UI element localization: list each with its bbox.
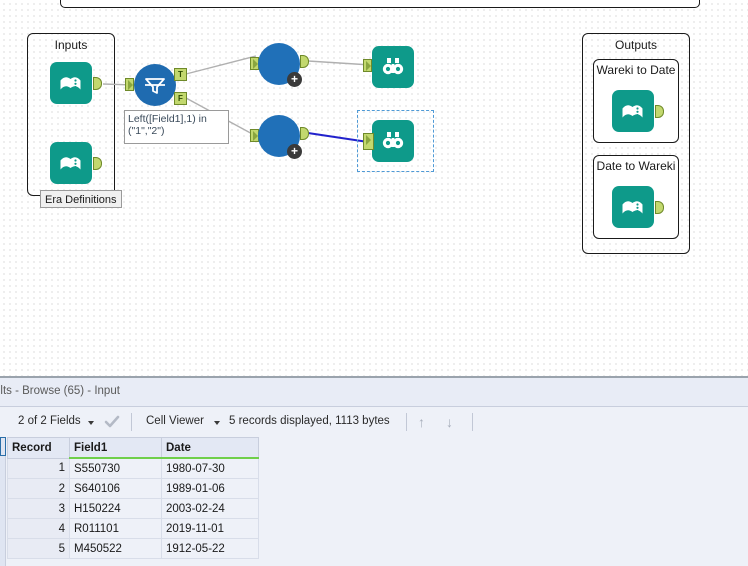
cell-date[interactable]: 2003-02-24 <box>161 498 259 519</box>
results-title: ults - Browse (65) - Input <box>0 385 120 397</box>
column-header-field1[interactable]: Field1 <box>69 437 162 459</box>
view-mode-chevron-down-icon[interactable] <box>214 421 220 425</box>
input-anchor-browse-top[interactable] <box>363 59 372 72</box>
cell-record[interactable]: 3 <box>7 498 70 519</box>
cell-record[interactable]: 5 <box>7 538 70 559</box>
output-anchor-tool-bottom[interactable] <box>300 127 309 140</box>
table-row[interactable]: 3 H150224 2003-02-24 <box>7 498 259 519</box>
toolbar-divider-3 <box>472 413 473 431</box>
input-data-icon <box>50 62 92 104</box>
browse-binoculars-icon <box>372 46 414 88</box>
results-toolbar: 2 of 2 Fields Cell Viewer 5 records disp… <box>0 408 748 437</box>
output-anchor-tool-top[interactable] <box>300 55 309 68</box>
tool-input-data-2[interactable] <box>50 142 102 184</box>
tool-browse-top[interactable] <box>363 46 414 88</box>
tool-unconfigured-top[interactable] <box>250 43 309 87</box>
output-data-icon <box>612 186 654 228</box>
tool-input-data-1[interactable] <box>50 62 102 104</box>
tool-annotation-filter: Left([Field1],1) in ("1","2") <box>124 110 229 144</box>
input-anchor-filter[interactable] <box>125 78 134 91</box>
record-status-label: 5 records displayed, 1113 bytes <box>229 415 390 427</box>
cell-date[interactable]: 1912-05-22 <box>161 538 259 559</box>
cell-field1[interactable]: S640106 <box>69 478 162 499</box>
tool-browse-bottom[interactable] <box>363 120 414 162</box>
cell-date[interactable]: 1980-07-30 <box>161 457 259 479</box>
toolbar-divider-1 <box>131 413 132 431</box>
fields-selector-chevron-down-icon[interactable] <box>88 421 94 425</box>
row-selection-gutter[interactable] <box>0 437 6 566</box>
tool-output-date-to-wareki[interactable] <box>612 186 664 228</box>
scroll-up-icon[interactable]: ↑ <box>418 414 425 430</box>
partial-container-frame-top <box>60 0 700 8</box>
table-row[interactable]: 2 S640106 1989-01-06 <box>7 478 259 499</box>
browse-binoculars-icon <box>372 120 414 162</box>
column-header-record[interactable]: Record <box>7 437 70 459</box>
container-inputs-title: Inputs <box>54 38 88 52</box>
add-tool-badge[interactable] <box>287 144 302 159</box>
unconfigured-tool-circle <box>258 115 302 159</box>
results-data-table[interactable]: Record Field1 Date 1 S550730 1980-07-30 … <box>7 437 259 559</box>
cell-record[interactable]: 1 <box>7 457 70 479</box>
cell-field1[interactable]: R011101 <box>69 518 162 539</box>
output-anchor-false[interactable]: F <box>174 92 187 105</box>
table-row[interactable]: 1 S550730 1980-07-30 <box>7 457 259 479</box>
container-wareki-to-date-title: Wareki to Date <box>596 63 676 77</box>
row-selection-marker <box>0 437 6 456</box>
table-header-row: Record Field1 Date <box>7 437 259 459</box>
tool-unconfigured-bottom[interactable] <box>250 115 309 159</box>
results-header: ults - Browse (65) - Input <box>0 378 748 407</box>
view-mode-label[interactable]: Cell Viewer <box>146 415 204 427</box>
filter-funnel-icon <box>134 64 176 106</box>
container-outputs-title: Outputs <box>614 38 658 52</box>
cell-field1[interactable]: S550730 <box>69 457 162 479</box>
workflow-canvas[interactable]: Inputs Era Definitions T F Left([Field1]… <box>0 0 748 376</box>
add-tool-badge[interactable] <box>287 72 302 87</box>
unconfigured-tool-circle <box>258 43 302 87</box>
container-date-to-wareki-title: Date to Wareki <box>596 159 676 173</box>
toolbar-divider-2 <box>406 413 407 431</box>
cell-field1[interactable]: H150224 <box>69 498 162 519</box>
column-header-date[interactable]: Date <box>161 437 259 459</box>
results-pane: ults - Browse (65) - Input 2 of 2 Fields… <box>0 376 748 566</box>
tool-output-wareki-to-date[interactable] <box>612 90 664 132</box>
output-anchor-true[interactable]: T <box>174 68 187 81</box>
input-anchor-browse-bottom[interactable] <box>363 133 374 150</box>
alteryx-designer-window: Inputs Era Definitions T F Left([Field1]… <box>0 0 748 566</box>
scroll-down-icon[interactable]: ↓ <box>446 414 453 430</box>
cell-field1[interactable]: M450522 <box>69 538 162 559</box>
cell-record[interactable]: 2 <box>7 478 70 499</box>
table-row[interactable]: 4 R011101 2019-11-01 <box>7 518 259 539</box>
cell-date[interactable]: 1989-01-06 <box>161 478 259 499</box>
cell-date[interactable]: 2019-11-01 <box>161 518 259 539</box>
tooltip-era-definitions: Era Definitions <box>40 190 122 208</box>
table-row[interactable]: 5 M450522 1912-05-22 <box>7 538 259 559</box>
output-data-icon <box>612 90 654 132</box>
input-data-icon <box>50 142 92 184</box>
cell-record[interactable]: 4 <box>7 518 70 539</box>
tool-filter[interactable]: T F <box>125 64 187 106</box>
checkmark-icon[interactable] <box>104 415 120 429</box>
fields-selector-label[interactable]: 2 of 2 Fields <box>18 415 81 427</box>
table-body: 1 S550730 1980-07-30 2 S640106 1989-01-0… <box>7 457 259 559</box>
